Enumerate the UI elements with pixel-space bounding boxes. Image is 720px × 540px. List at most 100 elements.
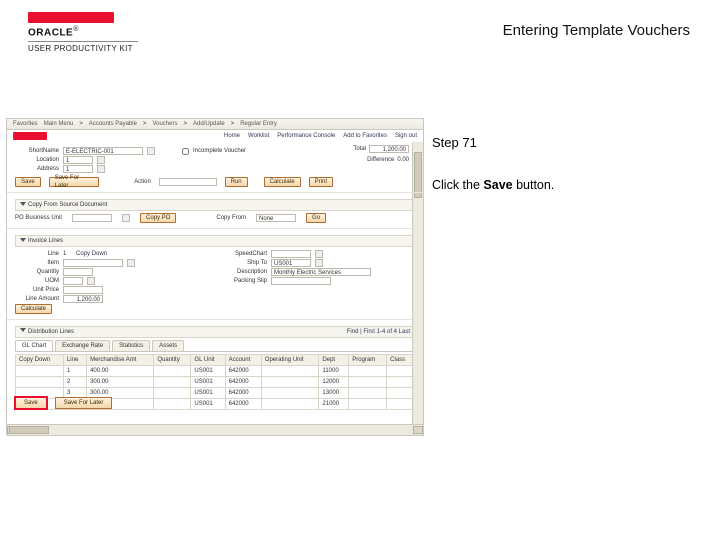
nav-worklist[interactable]: Worklist <box>248 132 269 140</box>
grid-cell[interactable]: 642000 <box>225 388 261 399</box>
lookup-icon[interactable] <box>127 259 135 267</box>
dist-subtabs: GL Chart Exchange Rate Statistics Assets <box>15 340 415 352</box>
line-amount-input[interactable]: 1,200.00 <box>63 295 103 303</box>
grid-cell[interactable] <box>349 377 387 388</box>
total-value: 1,200.00 <box>369 145 409 153</box>
collapse-icon[interactable] <box>20 238 26 242</box>
nav-home[interactable]: Home <box>224 132 240 140</box>
horizontal-scrollbar[interactable] <box>7 424 423 435</box>
grid-cell[interactable]: 13000 <box>319 388 349 399</box>
grid-cell[interactable]: 1 <box>63 366 86 377</box>
copy-po-button[interactable]: Copy PO <box>140 213 176 223</box>
grid-cell[interactable] <box>261 399 319 410</box>
grid-cell[interactable] <box>349 366 387 377</box>
grid-cell[interactable]: 11000 <box>319 366 349 377</box>
crumb[interactable]: Add/Update <box>193 120 225 128</box>
grid-cell[interactable]: 642000 <box>225 377 261 388</box>
lookup-icon[interactable] <box>315 250 323 258</box>
subtab-stats[interactable]: Statistics <box>112 340 150 351</box>
grid-cell[interactable]: 12000 <box>319 377 349 388</box>
grid-cell[interactable] <box>261 377 319 388</box>
grid-cell[interactable] <box>387 399 415 410</box>
location-input[interactable]: 1 <box>63 156 93 164</box>
grid-cell[interactable]: 21000 <box>319 399 349 410</box>
address-input[interactable]: 1 <box>63 165 93 173</box>
desc-input[interactable]: Monthly Electric Services <box>271 268 371 276</box>
subtab-glchart[interactable]: GL Chart <box>15 340 53 351</box>
subtab-exrate[interactable]: Exchange Rate <box>55 340 110 351</box>
lookup-icon[interactable] <box>122 214 130 222</box>
step-number: Step 71 <box>432 135 682 151</box>
action-select[interactable] <box>159 178 217 186</box>
packing-input[interactable] <box>271 277 331 285</box>
save-for-later-button[interactable]: Save For Later <box>55 397 113 409</box>
speedchart-input[interactable] <box>271 250 311 258</box>
grid-nav[interactable]: Find | First 1-4 of 4 Last <box>347 328 410 336</box>
shipto-input[interactable]: US001 <box>271 259 311 267</box>
grid-cell[interactable]: US001 <box>191 366 225 377</box>
grid-col-header: Operating Unit <box>261 355 319 366</box>
grid-cell[interactable]: US001 <box>191 399 225 410</box>
crumb[interactable]: Main Menu <box>44 120 74 128</box>
collapse-icon[interactable] <box>20 202 26 206</box>
crumb[interactable]: Favorites <box>13 120 38 128</box>
po-unit-input[interactable] <box>72 214 112 222</box>
uom-input[interactable] <box>63 277 83 285</box>
save-button-top[interactable]: Save <box>15 177 41 187</box>
grid-cell[interactable] <box>154 377 191 388</box>
grid-cell[interactable] <box>261 388 319 399</box>
lookup-icon[interactable] <box>97 165 105 173</box>
table-row[interactable]: 1400.00 US001642000 11000 <box>16 366 415 377</box>
grid-cell[interactable] <box>387 366 415 377</box>
app-brand-bar: Home Worklist Performance Console Add to… <box>7 130 423 142</box>
crumb[interactable]: Vouchers <box>152 120 177 128</box>
crumb[interactable]: Regular Entry <box>240 120 277 128</box>
run-button[interactable]: Run <box>225 177 248 187</box>
crumb[interactable]: Accounts Payable <box>89 120 137 128</box>
collapse-icon[interactable] <box>20 328 26 332</box>
nav-perf[interactable]: Performance Console <box>277 132 335 140</box>
grid-cell[interactable] <box>349 399 387 410</box>
line-calc-button[interactable]: Calculate <box>15 304 52 314</box>
grid-cell[interactable]: 400.00 <box>87 366 154 377</box>
copy-down-link[interactable]: Copy Down <box>76 250 107 258</box>
incomplete-checkbox[interactable] <box>182 148 189 155</box>
grid-cell[interactable] <box>154 399 191 410</box>
subtab-assets[interactable]: Assets <box>152 340 184 351</box>
lookup-icon[interactable] <box>97 156 105 164</box>
save-later-button-top[interactable]: Save For Later <box>49 177 99 187</box>
lookup-icon[interactable] <box>87 277 95 285</box>
grid-cell[interactable]: 300.00 <box>87 377 154 388</box>
copy-from-select[interactable]: None <box>256 214 296 222</box>
grid-cell[interactable] <box>154 366 191 377</box>
grid-cell[interactable]: US001 <box>191 377 225 388</box>
item-input[interactable] <box>63 259 123 267</box>
qty-input[interactable] <box>63 268 93 276</box>
grid-cell[interactable]: 642000 <box>225 366 261 377</box>
grid-col-header: Merchandise Amt <box>87 355 154 366</box>
grid-cell[interactable] <box>349 388 387 399</box>
unit-price-input[interactable] <box>63 286 103 294</box>
grid-cell[interactable] <box>16 377 64 388</box>
lookup-icon[interactable] <box>315 259 323 267</box>
grid-cell[interactable]: 642000 <box>225 399 261 410</box>
calculate-button[interactable]: Calculate <box>264 177 301 187</box>
grid-col-header: Copy Down <box>16 355 64 366</box>
grid-cell[interactable] <box>387 377 415 388</box>
table-row[interactable]: 2300.00 US001642000 12000 <box>16 377 415 388</box>
label-po-unit: PO Business Unit <box>15 214 62 222</box>
go-button[interactable]: Go <box>306 213 326 223</box>
grid-cell[interactable] <box>387 388 415 399</box>
grid-cell[interactable]: US001 <box>191 388 225 399</box>
lookup-icon[interactable] <box>147 147 155 155</box>
shortname-input[interactable]: E-ELECTRIC-001 <box>63 147 143 155</box>
grid-cell[interactable] <box>154 388 191 399</box>
scroll-right-icon[interactable] <box>413 426 423 434</box>
nav-fav[interactable]: Add to Favorites <box>343 132 387 140</box>
nav-signout[interactable]: Sign out <box>395 132 417 140</box>
grid-cell[interactable] <box>16 366 64 377</box>
print-button[interactable]: Print <box>309 177 333 187</box>
save-button[interactable]: Save <box>15 397 47 409</box>
grid-cell[interactable]: 2 <box>63 377 86 388</box>
grid-cell[interactable] <box>261 366 319 377</box>
